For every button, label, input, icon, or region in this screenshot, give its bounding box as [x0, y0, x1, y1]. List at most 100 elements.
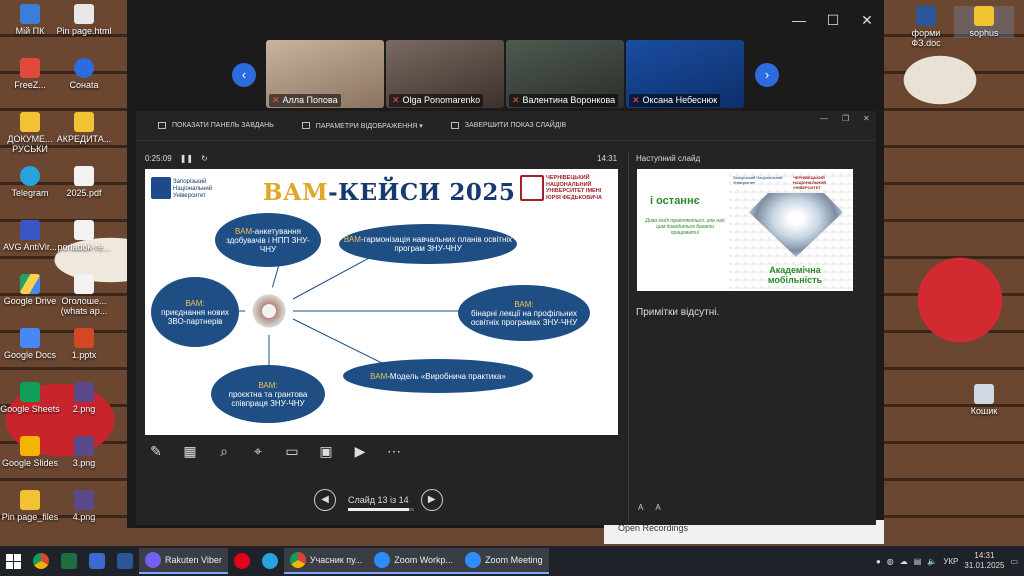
chrome-icon	[289, 552, 306, 568]
center-photo	[245, 287, 293, 335]
taskbar-excel[interactable]	[55, 548, 83, 574]
folder-icon	[20, 112, 40, 132]
next-slide-preview[interactable]: і останнє Дива іноді трапляються, але на…	[637, 169, 853, 291]
next-slide-button[interactable]: ▶	[420, 489, 443, 511]
computer-icon	[20, 4, 40, 24]
taskbar-telegram[interactable]	[256, 548, 284, 574]
more-options-icon[interactable]: ⋯	[384, 441, 404, 461]
previous-slide-button[interactable]: ◀	[314, 489, 336, 511]
next-participants-button[interactable]: ›	[755, 63, 779, 87]
diamond-image	[749, 193, 843, 257]
desktop-icon-documents[interactable]: ДОКУМЕ... РУСЬКИ	[0, 112, 60, 154]
camera-icon[interactable]: ▶	[350, 441, 370, 461]
desktop-icon-announcement[interactable]: Оголоше... (whats ap...	[54, 274, 114, 316]
cloud-icon[interactable]: ☁	[900, 557, 908, 566]
desktop-icon-2025-pdf[interactable]: 2025.pdf	[54, 166, 114, 198]
notifications-icon[interactable]: ▭	[1010, 557, 1018, 566]
minimize-button[interactable]: —	[789, 12, 809, 28]
folder-icon	[74, 112, 94, 132]
camera-tray-icon[interactable]: ◍	[887, 557, 894, 566]
close-button[interactable]: ✕	[857, 12, 877, 29]
black-screen-icon[interactable]: ▭	[282, 441, 302, 461]
document-icon	[74, 274, 94, 294]
taskbar-clock[interactable]: 14:31 31.01.2025	[964, 551, 1004, 571]
reset-timer-icon[interactable]: ↻	[201, 154, 208, 163]
participant-tile[interactable]: ✕ Olga Ponomarenko	[386, 40, 504, 108]
language-indicator[interactable]: УКР	[943, 557, 958, 566]
see-all-slides-icon[interactable]: ▦	[180, 441, 200, 461]
pointer-icon[interactable]: ⌖	[248, 441, 268, 461]
taskbar-word[interactable]	[111, 548, 139, 574]
pane-divider[interactable]	[628, 151, 629, 521]
close-button[interactable]: ✕	[863, 114, 870, 123]
chrome-file-icon	[74, 4, 94, 24]
desktop-icon-accreditation[interactable]: АКРЕДИТА...	[54, 112, 114, 144]
windows-logo-icon	[6, 553, 21, 569]
volume-icon[interactable]: 🔈	[927, 557, 937, 566]
skype-icon[interactable]: ●	[876, 557, 881, 566]
desktop-icon-forms-doc[interactable]: форми ФЗ.doc	[896, 6, 956, 48]
bubble-harmonization: ВАМ-гармонізація навчальних планів освіт…	[339, 224, 517, 264]
app-icon	[20, 58, 40, 78]
taskbar-zoom-meeting[interactable]: Zoom Meeting	[459, 548, 549, 574]
telegram-icon	[261, 553, 278, 569]
desktop-icon-google-docs[interactable]: Google Docs	[0, 328, 60, 360]
minimize-button[interactable]: —	[820, 114, 828, 123]
show-taskbar-button[interactable]: ПОКАЗАТИ ПАНЕЛЬ ЗАВДАНЬ	[158, 122, 274, 129]
display-settings-button[interactable]: ПАРАМЕТРИ ВІДОБРАЖЕННЯ ▾	[301, 122, 423, 130]
network-icon[interactable]: ▤	[914, 557, 922, 566]
taskbar-save[interactable]	[83, 548, 111, 574]
desktop-icon-sophus[interactable]: sophus	[954, 6, 1014, 38]
taskbar-chrome-window[interactable]: Учасник пу...	[283, 548, 369, 574]
next-slide-label: Наступний слайд	[636, 154, 701, 163]
desktop-icon-google-sheets[interactable]: Google Sheets	[0, 382, 60, 414]
desktop-icon-google-slides[interactable]: Google Slides	[0, 436, 60, 468]
desktop-icon-recycle-bin[interactable]: Кошик	[954, 384, 1014, 416]
opera-icon	[233, 553, 250, 569]
taskbar-icon	[158, 122, 166, 129]
taskbar-viber[interactable]: Rakuten Viber	[139, 548, 228, 574]
taskbar-chrome[interactable]	[27, 548, 55, 574]
desktop-icon-avg[interactable]: AVG AntiVir...	[0, 220, 60, 252]
word-file-icon	[916, 6, 936, 26]
current-slide[interactable]: Запорізький Національний Університет ВАМ…	[145, 169, 618, 435]
pen-tool-icon[interactable]: ✎	[146, 441, 166, 461]
participant-tile[interactable]: ✕ Алла Попова	[266, 40, 384, 108]
taskbar-opera[interactable]	[228, 548, 256, 574]
next-slide-title: і останнє	[650, 195, 700, 207]
desktop-icon-2-png[interactable]: 2.png	[54, 382, 114, 414]
desktop-icon-pin-page-files[interactable]: Pin page_files	[0, 490, 60, 522]
app-icon	[74, 58, 94, 78]
zoom-slide-icon[interactable]: ⌕	[214, 441, 234, 461]
image-file-icon	[74, 436, 94, 456]
next-slide-logo-left: Запорізький Національний Університет	[733, 175, 783, 185]
participant-tile[interactable]: ✕ Валентина Воронкова	[506, 40, 624, 108]
desktop-icon-poriadok[interactable]: poriadok-re...	[54, 220, 114, 252]
pause-icon[interactable]: ❚❚	[180, 154, 193, 163]
start-button[interactable]	[0, 548, 27, 574]
desktop-icon-sonata[interactable]: Сонata	[54, 58, 114, 90]
desktop-icon-freez[interactable]: FreeZ...	[0, 58, 60, 90]
desktop-icon-google-drive[interactable]: Google Drive	[0, 274, 60, 306]
zoom-icon	[465, 552, 482, 568]
desktop-icon-4-png[interactable]: 4.png	[54, 490, 114, 522]
slide-progress-bar	[348, 508, 414, 511]
prev-participants-button[interactable]: ‹	[232, 63, 256, 87]
taskbar-zoom-workplace[interactable]: Zoom Workp...	[368, 548, 460, 574]
end-slideshow-button[interactable]: ЗАВЕРШИТИ ПОКАЗ СЛАЙДІВ	[450, 122, 566, 129]
increase-font-button[interactable]: A	[638, 503, 643, 512]
desktop-icon-my-pc[interactable]: Мій ПК	[0, 4, 60, 36]
desktop-icon-3-png[interactable]: 3.png	[54, 436, 114, 468]
pdf-file-icon	[74, 166, 94, 186]
desktop-icon-telegram[interactable]: Telegram	[0, 166, 60, 198]
desktop-icon-pin-page[interactable]: Pin page.html	[54, 4, 114, 36]
timer: 0:25:09 ❚❚ ↻	[145, 154, 208, 163]
desktop-icon-1-pptx[interactable]: 1.pptx	[54, 328, 114, 360]
maximize-button[interactable]: ☐	[823, 12, 843, 29]
decrease-font-button[interactable]: A	[655, 503, 660, 512]
participant-tile[interactable]: ✕ Оксана Небеснюк	[626, 40, 744, 108]
folder-icon	[974, 6, 994, 26]
mic-muted-icon: ✕	[392, 95, 400, 105]
subtitles-icon[interactable]: ▣	[316, 441, 336, 461]
restore-button[interactable]: ❐	[842, 114, 849, 123]
